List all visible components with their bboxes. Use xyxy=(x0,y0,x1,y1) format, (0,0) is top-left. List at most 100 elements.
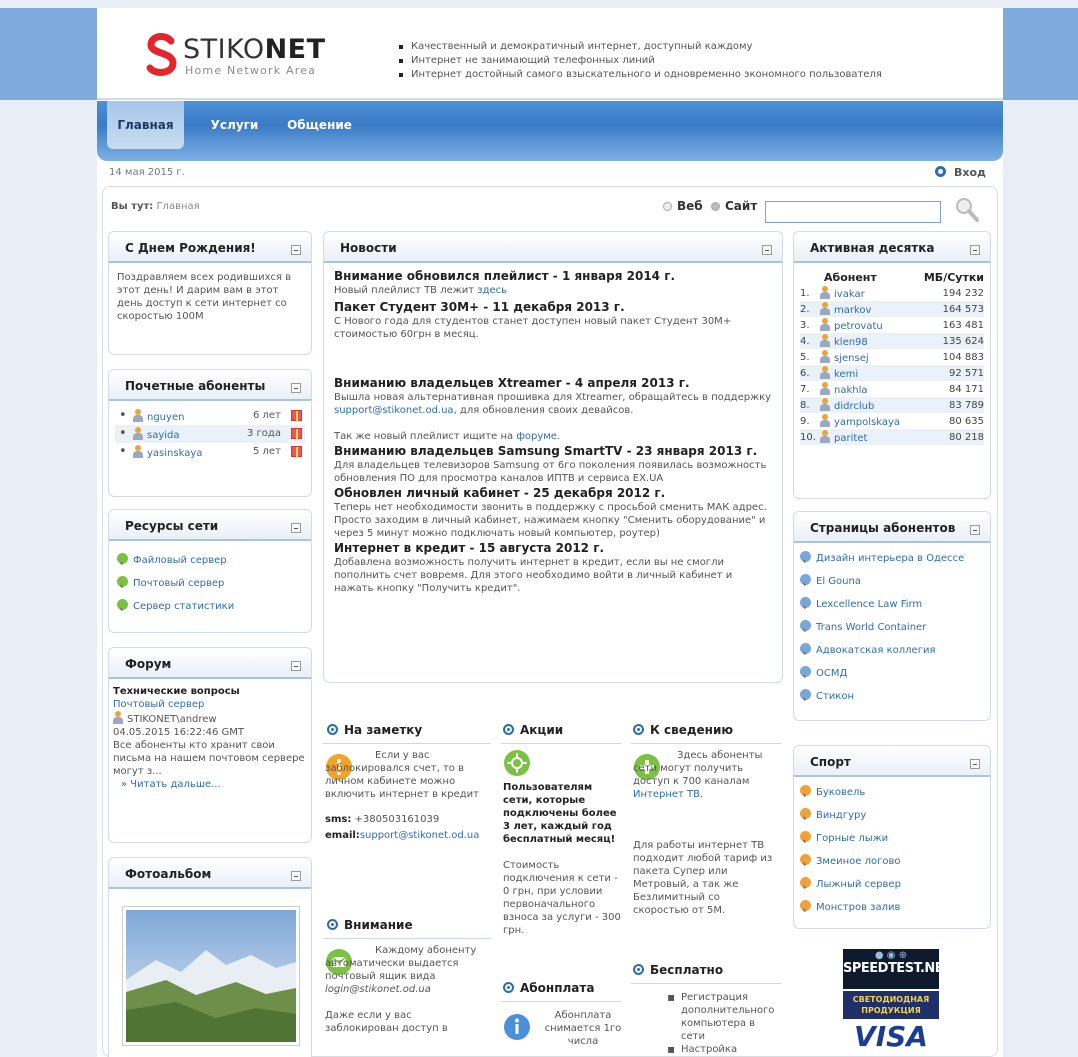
news-heading[interactable]: Вниманию владельцев Xtreamer - 4 апреля … xyxy=(334,375,774,391)
minimize-icon[interactable] xyxy=(970,759,980,769)
page-link[interactable]: El Gouna xyxy=(800,570,984,593)
radio-web[interactable] xyxy=(663,202,672,211)
divider xyxy=(501,1001,621,1002)
minimize-icon[interactable] xyxy=(291,871,301,881)
login-link[interactable]: Вход xyxy=(935,166,986,179)
page-link[interactable]: Lexcellence Law Firm xyxy=(800,593,984,616)
forum-sub[interactable]: Почтовый сервер xyxy=(113,698,307,711)
breadcrumb: Вы тут: Главная xyxy=(111,201,200,212)
box-title: Ресурсы сети xyxy=(125,519,219,533)
forum-datetime: 04.05.2015 16:22:46 GMT xyxy=(113,727,245,738)
news-text: Так же новый плейлист ищите на форуме. xyxy=(334,431,561,442)
visa-logo[interactable]: VISA xyxy=(843,1021,939,1053)
honored-box: Почетные абоненты • nguyen 6 лет • sayida 3 … xyxy=(108,369,312,497)
years: 3 года xyxy=(247,428,281,439)
list-item: • sayida 3 года xyxy=(115,425,305,443)
sport-link[interactable]: Горные лыжи xyxy=(800,827,984,850)
user-icon xyxy=(820,350,830,363)
minimize-icon[interactable] xyxy=(762,245,772,255)
box-title: Спорт xyxy=(810,755,851,769)
table-row: 5. sjensej 104 883 xyxy=(800,350,984,364)
box-title: Страницы абонентов xyxy=(810,521,956,535)
page-link[interactable]: ОСМД xyxy=(800,662,984,685)
email-link[interactable]: support@stikonet.od.ua xyxy=(360,830,480,841)
page-link[interactable]: Trans World Container xyxy=(800,616,984,639)
server-icon xyxy=(117,576,128,587)
resource-item[interactable]: Сервер статистики xyxy=(117,595,303,618)
tab-home[interactable]: Главная xyxy=(107,101,184,149)
minimize-icon[interactable] xyxy=(291,523,301,533)
table-row: 9. yampolskaya 80 635 xyxy=(800,414,984,428)
forum-box: Форум Технические вопросы Почтовый серве… xyxy=(108,647,312,843)
header-bg-right xyxy=(1003,8,1078,100)
user-link[interactable]: yasinskaya xyxy=(147,448,202,459)
logo-name: STIKONET xyxy=(183,34,326,65)
news-heading[interactable]: Внимание обновился плейлист - 1 января 2… xyxy=(334,268,774,284)
internet-tv-link[interactable]: Интернет ТВ. xyxy=(633,789,703,800)
page-link[interactable]: Адвокатская коллегия xyxy=(800,639,984,662)
news-link[interactable]: здесь xyxy=(477,285,507,296)
sport-link[interactable]: Лыжный сервер xyxy=(800,873,984,896)
user-link[interactable]: sayida xyxy=(147,430,180,441)
bullet-icon xyxy=(503,724,514,735)
search-icon[interactable] xyxy=(953,195,981,225)
resource-item[interactable]: Файловый сервер xyxy=(117,549,303,572)
bullet-icon xyxy=(327,919,338,930)
logo[interactable]: STIKONET Home Network Area xyxy=(145,32,355,84)
resource-item[interactable]: Почтовый сервер xyxy=(117,572,303,595)
radio-site[interactable] xyxy=(711,202,720,211)
user-icon xyxy=(820,366,830,379)
divider xyxy=(323,938,491,939)
box-title: Новости xyxy=(340,241,397,255)
section-title-free: Бесплатно xyxy=(633,963,723,977)
user-link[interactable]: nguyen xyxy=(147,412,184,423)
news-text: Теперь нет необходимости звонить в подде… xyxy=(334,502,767,539)
page-link[interactable]: Стикон xyxy=(800,685,984,708)
photo-frame[interactable] xyxy=(122,906,300,1046)
radio-site-label: Сайт xyxy=(725,199,758,213)
page-link[interactable]: Дизайн интерьера в Одессе xyxy=(800,547,984,570)
section-title-info: К сведению xyxy=(633,723,733,737)
support-email-link[interactable]: support@stikonet.od.ua xyxy=(334,405,454,416)
news-heading[interactable]: Пакет Студент 30М+ - 11 декабря 2013 г. xyxy=(334,299,774,315)
led-banner[interactable]: СВЕТОДИОДНАЯ ПРОДУКЦИЯ xyxy=(843,991,939,1019)
divider xyxy=(631,983,781,984)
news-list: Внимание обновился плейлист - 1 января 2… xyxy=(334,268,774,595)
sport-link[interactable]: Буковель xyxy=(800,781,984,804)
main-content: Вы тут: Главная Веб Сайт С Днем Рождения… xyxy=(102,186,998,1057)
link-icon xyxy=(800,900,811,911)
news-text: С Нового года для студентов станет досту… xyxy=(334,316,732,340)
user-icon xyxy=(820,382,830,395)
forum-link[interactable]: форуме xyxy=(516,431,557,442)
news-heading[interactable]: Вниманию владельцев Samsung SmartTV - 23… xyxy=(334,443,774,459)
box-title: Форум xyxy=(125,657,172,671)
minimize-icon[interactable] xyxy=(291,383,301,393)
tab-services[interactable]: Услуги xyxy=(197,101,272,149)
read-more-link[interactable]: » Читать дальше... xyxy=(113,778,307,791)
forum-topic[interactable]: Технические вопросы xyxy=(113,685,307,698)
sport-link[interactable]: Виндгуру xyxy=(800,804,984,827)
sport-link[interactable]: Змеиное логово xyxy=(800,850,984,873)
sport-box: Спорт Буковель Виндгуру Горные лыжи Змеи… xyxy=(793,745,991,929)
minimize-icon[interactable] xyxy=(970,245,980,255)
link-icon xyxy=(800,854,811,865)
news-heading[interactable]: Интернет в кредит - 15 августа 2012 г. xyxy=(334,540,774,556)
speedtest-banner[interactable]: ● ◉ ⊕ SPEEDTEST.NET xyxy=(843,949,952,989)
photo-box: Фотоальбом xyxy=(108,857,312,1057)
sport-link[interactable]: Монстров залив xyxy=(800,896,984,919)
slogan: Интернет не занимающий телефонных линий xyxy=(397,54,882,68)
search-input[interactable] xyxy=(765,201,941,223)
news-heading[interactable]: Обновлен личный кабинет - 25 декабря 201… xyxy=(334,485,774,501)
box-title: Почетные абоненты xyxy=(125,379,266,393)
tab-community[interactable]: Общение xyxy=(277,101,362,149)
table-row: 3. petrovatu 163 481 xyxy=(800,318,984,332)
pages-box: Страницы абонентов Дизайн интерьера в Од… xyxy=(793,511,991,721)
table-row: 10. paritet 80 218 xyxy=(800,429,984,445)
news-text: Вышла новая альтернативная прошивка для … xyxy=(334,392,772,416)
minimize-icon[interactable] xyxy=(291,245,301,255)
minimize-icon[interactable] xyxy=(291,661,301,671)
list-item: • nguyen 6 лет xyxy=(115,407,305,425)
user-icon xyxy=(133,427,143,440)
minimize-icon[interactable] xyxy=(970,525,980,535)
login-icon xyxy=(935,166,946,177)
